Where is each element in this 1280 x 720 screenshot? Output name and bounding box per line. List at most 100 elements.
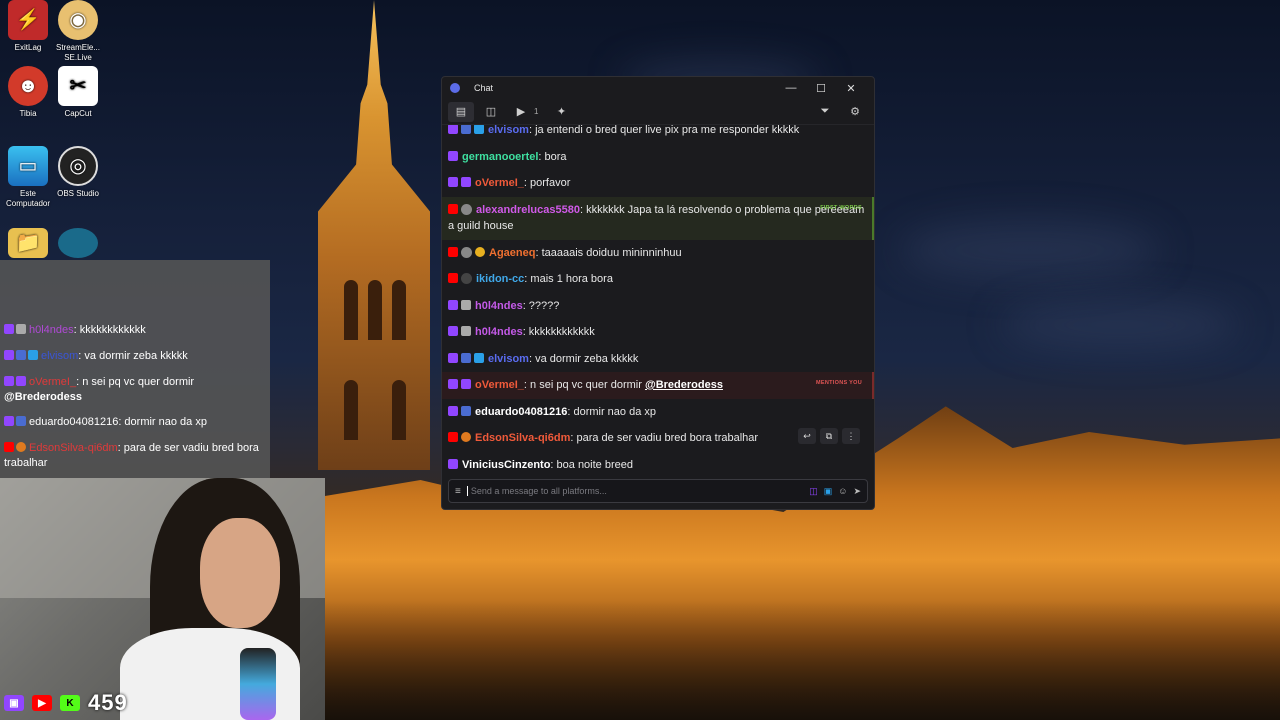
menu-icon[interactable]: ≡ (455, 486, 461, 497)
twitch-icon (448, 299, 458, 310)
twitch-chat-tab[interactable]: ◫ (478, 102, 504, 122)
chat-message[interactable]: elvisom: ja entendi o bred quer live pix… (442, 125, 874, 144)
twitch-icon (4, 350, 14, 360)
close-button[interactable]: ✕ (836, 82, 866, 95)
twitch-target-icon[interactable]: ◫ (809, 486, 818, 497)
twitch-icon (448, 326, 458, 336)
sub-badge-icon (16, 350, 26, 360)
desktop-icon-folder[interactable]: 📁 (0, 228, 56, 261)
twitch-icon (448, 125, 458, 134)
minimize-button[interactable]: — (776, 82, 806, 94)
chat-message[interactable]: eduardo04081216: dormir nao da xp (442, 399, 874, 426)
desktop-icon-obs[interactable]: ◎ OBS Studio (50, 146, 106, 199)
stream-chat-overlay: h0l4ndes: kkkkkkkkkkkk elvisom: va dormi… (0, 260, 270, 478)
youtube-icon: ▶ (516, 106, 526, 118)
settings-button[interactable]: ⚙ (842, 102, 868, 122)
twitch-icon (448, 379, 458, 389)
message-input-bar: ≡ ◫ ▣ ☺ ➤ (442, 475, 874, 509)
filter-icon: ⏷ (820, 105, 830, 117)
desktop-icon-computer[interactable]: ▭ Este Computador (0, 146, 56, 209)
chat-toolbar: ▤ ◫ ▶ 1 ✦ ⏷ ⚙ (442, 99, 874, 125)
chat-bubbles-icon: ▤ (455, 106, 467, 118)
gear-icon: ⚙ (850, 106, 860, 118)
chat-window: Chat — ☐ ✕ ▤ ◫ ▶ 1 ✦ ⏷ ⚙ elvisom: ja ent… (441, 76, 875, 510)
viewer-count: 459 (88, 690, 128, 715)
reply-button[interactable]: ↩ (798, 428, 816, 444)
youtube-icon (4, 442, 14, 452)
chat-message[interactable]: ViniciusCinzento: boa noite breed (442, 452, 874, 476)
streamelements-icon: ◉ (58, 0, 98, 40)
sub-badge-icon (461, 326, 471, 336)
chat-message[interactable]: germanooertel: bora (442, 144, 874, 171)
youtube-count: 1 (534, 107, 539, 116)
streamer-face (200, 518, 280, 628)
window-titlebar[interactable]: Chat — ☐ ✕ (442, 77, 874, 99)
kick-icon: K (60, 695, 80, 711)
desktop-icon-app[interactable] (50, 228, 106, 261)
viewer-bar: ▣ ▶ K 459 (4, 690, 128, 716)
twitch-icon: ▣ (4, 695, 24, 711)
video-badge-icon (16, 376, 26, 386)
church-tower (318, 0, 430, 470)
chat-message[interactable]: oVermeI_: porfavor (442, 170, 874, 197)
chat-message[interactable]: h0l4ndes: ????? (442, 293, 874, 320)
overlay-message: elvisom: va dormir zeba kkkkk (0, 349, 270, 364)
message-input[interactable] (466, 486, 804, 496)
youtube-chat-tab[interactable]: ▶ (508, 102, 534, 122)
overlay-message: h0l4ndes: kkkkkkkkkkkk (0, 323, 270, 338)
monitor-icon: ▭ (8, 146, 48, 186)
twitch-icon (4, 324, 14, 334)
mentions-you-tag: MENTIONS YOU (816, 380, 862, 386)
copy-button[interactable]: ⧉ (820, 428, 838, 444)
desktop-icon-tibia[interactable]: ☻ Tibia (0, 66, 56, 119)
first-words-tag: FIRST WORDS (820, 204, 862, 211)
window-title: Chat (474, 83, 494, 93)
app-icon (58, 228, 98, 258)
emoji-icon[interactable]: ☺ (838, 486, 847, 496)
prime-badge-icon (474, 352, 484, 363)
maximize-button[interactable]: ☐ (806, 82, 836, 95)
desktop-icon-exitlag[interactable]: ⚡ ExitLag (0, 0, 56, 53)
sparkle-icon: ✦ (556, 106, 567, 118)
youtube-icon (448, 203, 458, 214)
sub-badge-icon (461, 405, 471, 416)
webcam-feed (0, 478, 325, 720)
copy-icon: ⧉ (825, 430, 833, 441)
twitch-icon (448, 177, 458, 187)
member-badge-icon (16, 442, 26, 452)
sub-badge-icon (16, 324, 26, 334)
video-badge-icon (461, 177, 471, 187)
exitlag-icon: ⚡ (8, 0, 48, 40)
twitch-icon (448, 150, 458, 161)
youtube-icon (448, 273, 458, 283)
video-badge-icon (461, 379, 471, 389)
sub-badge-icon (461, 299, 471, 310)
filter-button[interactable]: ⏷ (812, 102, 838, 122)
chat-message[interactable]: h0l4ndes: kkkkkkkkkkkk (442, 319, 874, 346)
youtube-icon (448, 432, 458, 442)
chat-message-mention[interactable]: MENTIONS YOU oVermeI_: n sei pq vc quer … (442, 372, 874, 399)
chat-message[interactable]: elvisom: va dormir zeba kkkkk (442, 346, 874, 373)
ai-sparkle-tab[interactable]: ✦ (548, 102, 574, 122)
desktop-icon-streamelements[interactable]: ◉ StreamEle... SE.Live (50, 0, 106, 63)
youtube-target-icon[interactable]: ▣ (824, 486, 833, 497)
more-button[interactable]: ⋮ (842, 428, 860, 444)
message-list: elvisom: ja entendi o bred quer live pix… (442, 125, 874, 475)
chat-message-first-words[interactable]: FIRST WORDS alexandrelucas5580: kkkkkkk … (442, 196, 874, 240)
avatar (461, 246, 472, 258)
sub-badge-icon (16, 416, 26, 426)
chat-message[interactable]: ikidon-cc: mais 1 hora bora (442, 266, 874, 293)
capcut-icon: ✂ (58, 66, 98, 106)
all-chats-tab[interactable]: ▤ (448, 101, 474, 122)
reply-icon: ↩ (803, 430, 811, 441)
youtube-icon (448, 246, 458, 257)
chat-message[interactable]: EdsonSilva-qi6dm: para de ser vadiu bred… (442, 425, 874, 452)
member-badge-icon (475, 246, 485, 257)
twitch-icon (448, 458, 458, 469)
prime-badge-icon (28, 350, 38, 360)
chat-message[interactable]: Agaeneq: taaaaais doiduu mininninhuu (442, 240, 874, 267)
desktop-icon-capcut[interactable]: ✂ CapCut (50, 66, 106, 119)
send-icon[interactable]: ➤ (853, 486, 861, 497)
more-vertical-icon: ⋮ (846, 430, 856, 441)
youtube-icon: ▶ (32, 695, 52, 711)
